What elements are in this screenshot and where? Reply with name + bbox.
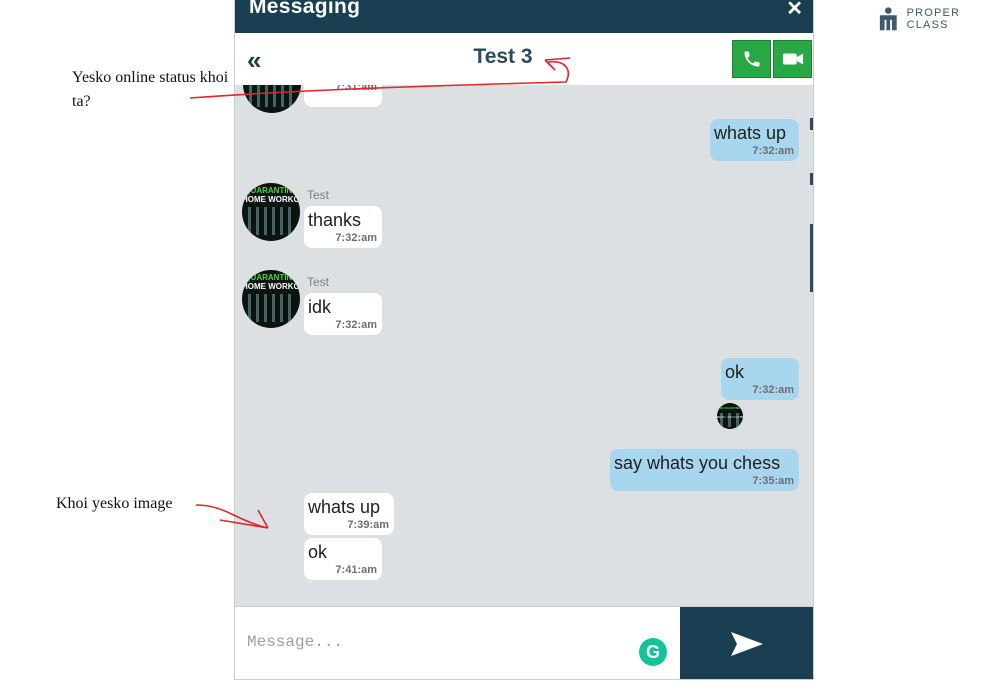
messaging-titlebar: Messaging ✕	[235, 0, 813, 33]
message-time: 7:41:am	[335, 564, 377, 576]
message-bubble-outgoing: say whats you chess 7:35:am	[610, 449, 799, 491]
phone-icon	[744, 51, 759, 67]
contact-avatar: QUARANTINEHOME WORKOUT	[243, 85, 301, 113]
panel-edge-mark	[810, 224, 813, 292]
message-time: 7:32:am	[335, 232, 377, 244]
voice-call-button[interactable]	[732, 40, 771, 78]
contact-avatar: QUARANTINEHOME WORKOUT	[242, 270, 300, 328]
message-bubble-incoming: idk 7:32:am	[304, 293, 382, 335]
message-time: 7:32:am	[752, 384, 794, 396]
window-title: Messaging	[249, 0, 361, 18]
read-receipt-avatar: QUARANTINEHOME WORKOUT	[717, 403, 743, 429]
composer: G	[235, 606, 813, 679]
message-time: 7:39:am	[347, 519, 389, 531]
message-bubble-outgoing: ok 7:32:am	[721, 358, 799, 400]
chat-contact-name: Test 3	[473, 45, 533, 68]
message-bubble-incoming: ok 7:41:am	[304, 538, 382, 580]
grammarly-icon[interactable]: G	[639, 638, 667, 666]
brand-logo: PROPER CLASS	[878, 6, 1000, 32]
message-time: 7:32:am	[335, 319, 377, 331]
video-call-button[interactable]	[773, 40, 812, 78]
panel-edge-mark	[810, 173, 813, 185]
brand-name: PROPER CLASS	[906, 7, 961, 31]
message-bubble-incoming: 7:31:am	[304, 85, 382, 107]
messaging-panel: Messaging ✕ « Test 3 QUARANTINEHOME WORK…	[234, 0, 814, 680]
contact-avatar: QUARANTINEHOME WORKOUT	[242, 183, 300, 241]
panel-edge-mark	[810, 118, 813, 130]
message-time: 7:31:am	[335, 85, 377, 93]
message-sender: Test	[307, 188, 330, 202]
message-time: 7:35:am	[752, 475, 794, 487]
chat-header: « Test 3	[235, 33, 813, 85]
send-button[interactable]	[680, 607, 813, 679]
message-input[interactable]	[239, 613, 669, 671]
video-camera-icon	[782, 53, 803, 65]
message-bubble-incoming: whats up 7:39:am	[304, 493, 394, 535]
message-time: 7:32:am	[752, 145, 794, 157]
message-list[interactable]: QUARANTINEHOME WORKOUT 7:31:am whats up …	[235, 85, 813, 595]
annotation-image: Khoi yesko image	[56, 495, 173, 512]
message-bubble-outgoing: whats up 7:32:am	[710, 119, 799, 161]
annotation-online-status: Yesko online status khoi ta?	[72, 69, 229, 110]
message-sender: Test	[307, 275, 330, 289]
send-arrow-icon	[730, 631, 763, 656]
proper-class-logo-icon	[879, 7, 897, 31]
close-icon[interactable]: ✕	[786, 0, 803, 21]
message-bubble-incoming: thanks 7:32:am	[304, 206, 382, 248]
